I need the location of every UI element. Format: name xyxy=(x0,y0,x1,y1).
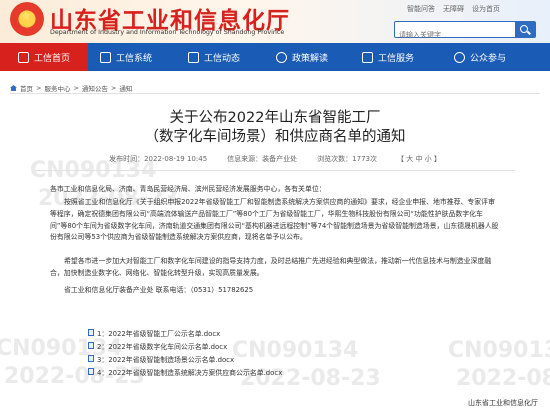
article-title-line2: （数字化车间场景）和供应商名单的通知 xyxy=(144,129,406,145)
nav-label: 工信服务 xyxy=(378,53,415,64)
nav-policy[interactable]: 政策解读 xyxy=(276,43,328,71)
news-icon xyxy=(188,51,199,63)
view-count: 浏览次数：1773次 xyxy=(317,155,377,163)
attachment-link[interactable]: 2：2022年省级数字化车间公示名单.docx xyxy=(88,339,282,352)
home-icon xyxy=(10,85,17,91)
article-paragraph-1: 按照省工业和信息化厅《关于组织申报2022年省级智能工厂和智能制造系统解决方案供… xyxy=(50,198,499,242)
attachment-label: 3：2022年省级智能制造场景公示名单.docx xyxy=(97,355,235,364)
national-emblem-icon: ★ xyxy=(10,2,44,36)
service-icon xyxy=(362,51,373,63)
issuer-signature: 山东省工业和信息化厅 xyxy=(468,399,538,407)
top-link-qa[interactable]: 智能问答 xyxy=(407,4,435,14)
article-meta: 发布时间：2022-08-19 10:45 信息来源：装备产业处 浏览次数：17… xyxy=(0,154,550,164)
article-title-line1: 关于公布2022年山东省智能工厂 xyxy=(169,110,381,126)
document-icon xyxy=(88,368,94,375)
attachment-label: 4：2022年省级智能制造系统解决方案供应商公示名单.docx xyxy=(97,368,283,377)
site-header: ★ 山东省工业和信息化厅 Department of Industry and … xyxy=(0,0,550,43)
nav-label: 政策解读 xyxy=(292,53,329,64)
attachment-label: 1：2022年省级智能工厂公示名单.docx xyxy=(97,329,221,338)
attachment-link[interactable]: 1：2022年省级智能工厂公示名单.docx xyxy=(88,326,282,339)
font-size-switcher[interactable]: 【 大 中 小 】 xyxy=(397,154,441,164)
site-subtitle: Department of Industry and Information T… xyxy=(50,29,285,36)
breadcrumb-home[interactable]: 首页 xyxy=(20,83,33,93)
document-icon xyxy=(88,329,94,336)
attachment-link[interactable]: 3：2022年省级智能制造场景公示名单.docx xyxy=(88,352,282,365)
nav-home[interactable]: 工信首页 xyxy=(0,43,88,71)
top-links: 智能问答 无障碍 设为首页 xyxy=(407,4,500,14)
article-paragraph-2: 希望各市进一步加大对智能工厂和数字化车间建设的指导支持力度，及时总结推广先进经验… xyxy=(50,257,492,277)
search-box xyxy=(394,21,536,43)
document-icon xyxy=(88,342,94,349)
search-button[interactable] xyxy=(515,22,535,37)
nav-news[interactable]: 工信动态 xyxy=(188,43,240,71)
breadcrumb-notices[interactable]: 通知公告 xyxy=(82,83,108,93)
watermark-text: CN090134 xyxy=(448,338,550,363)
people-icon xyxy=(454,51,465,63)
top-link-homepage[interactable]: 设为首页 xyxy=(472,4,500,14)
document-icon xyxy=(88,355,94,362)
publish-time: 发布时间：2022-08-19 10:45 xyxy=(109,155,208,163)
attachment-list: 1：2022年省级智能工厂公示名单.docx 2：2022年省级数字化车间公示名… xyxy=(88,326,282,378)
divider xyxy=(35,170,515,171)
info-source: 信息来源：装备产业处 xyxy=(227,155,298,163)
main-nav: 工信首页 工信系统 工信动态 政策解读 工信服务 公众参与 xyxy=(0,43,550,71)
policy-icon xyxy=(276,51,287,63)
search-input[interactable] xyxy=(395,27,511,43)
watermark-date: 2022-08-23 xyxy=(456,366,550,391)
nav-service[interactable]: 工信服务 xyxy=(362,43,414,71)
system-icon xyxy=(100,51,111,63)
nav-label: 工信首页 xyxy=(33,53,70,64)
home-icon xyxy=(17,51,29,63)
breadcrumb-service[interactable]: 服务中心 xyxy=(44,83,70,93)
nav-public[interactable]: 公众参与 xyxy=(454,43,506,71)
nav-label: 工信系统 xyxy=(116,53,153,64)
divider xyxy=(10,93,540,94)
contact-info: 省工业和信息化厅装备产业处 联系电话：（0531）51782625 xyxy=(64,286,254,294)
top-link-accessibility[interactable]: 无障碍 xyxy=(443,4,464,14)
breadcrumb: 首页 > 服务中心 > 通知公告 > 通知 xyxy=(10,83,132,93)
breadcrumb-current[interactable]: 通知 xyxy=(119,83,132,93)
nav-label: 公众参与 xyxy=(470,53,507,64)
nav-label: 工信动态 xyxy=(204,53,241,64)
attachment-label: 2：2022年省级数字化车间公示名单.docx xyxy=(97,342,228,351)
nav-system[interactable]: 工信系统 xyxy=(100,43,152,71)
attachment-link[interactable]: 4：2022年省级智能制造系统解决方案供应商公示名单.docx xyxy=(88,365,282,378)
article-greeting: 各市工业和信息化局、济南、青岛民营经济局、滨州民营经济发展服务中心，各有关单位： xyxy=(50,185,326,193)
